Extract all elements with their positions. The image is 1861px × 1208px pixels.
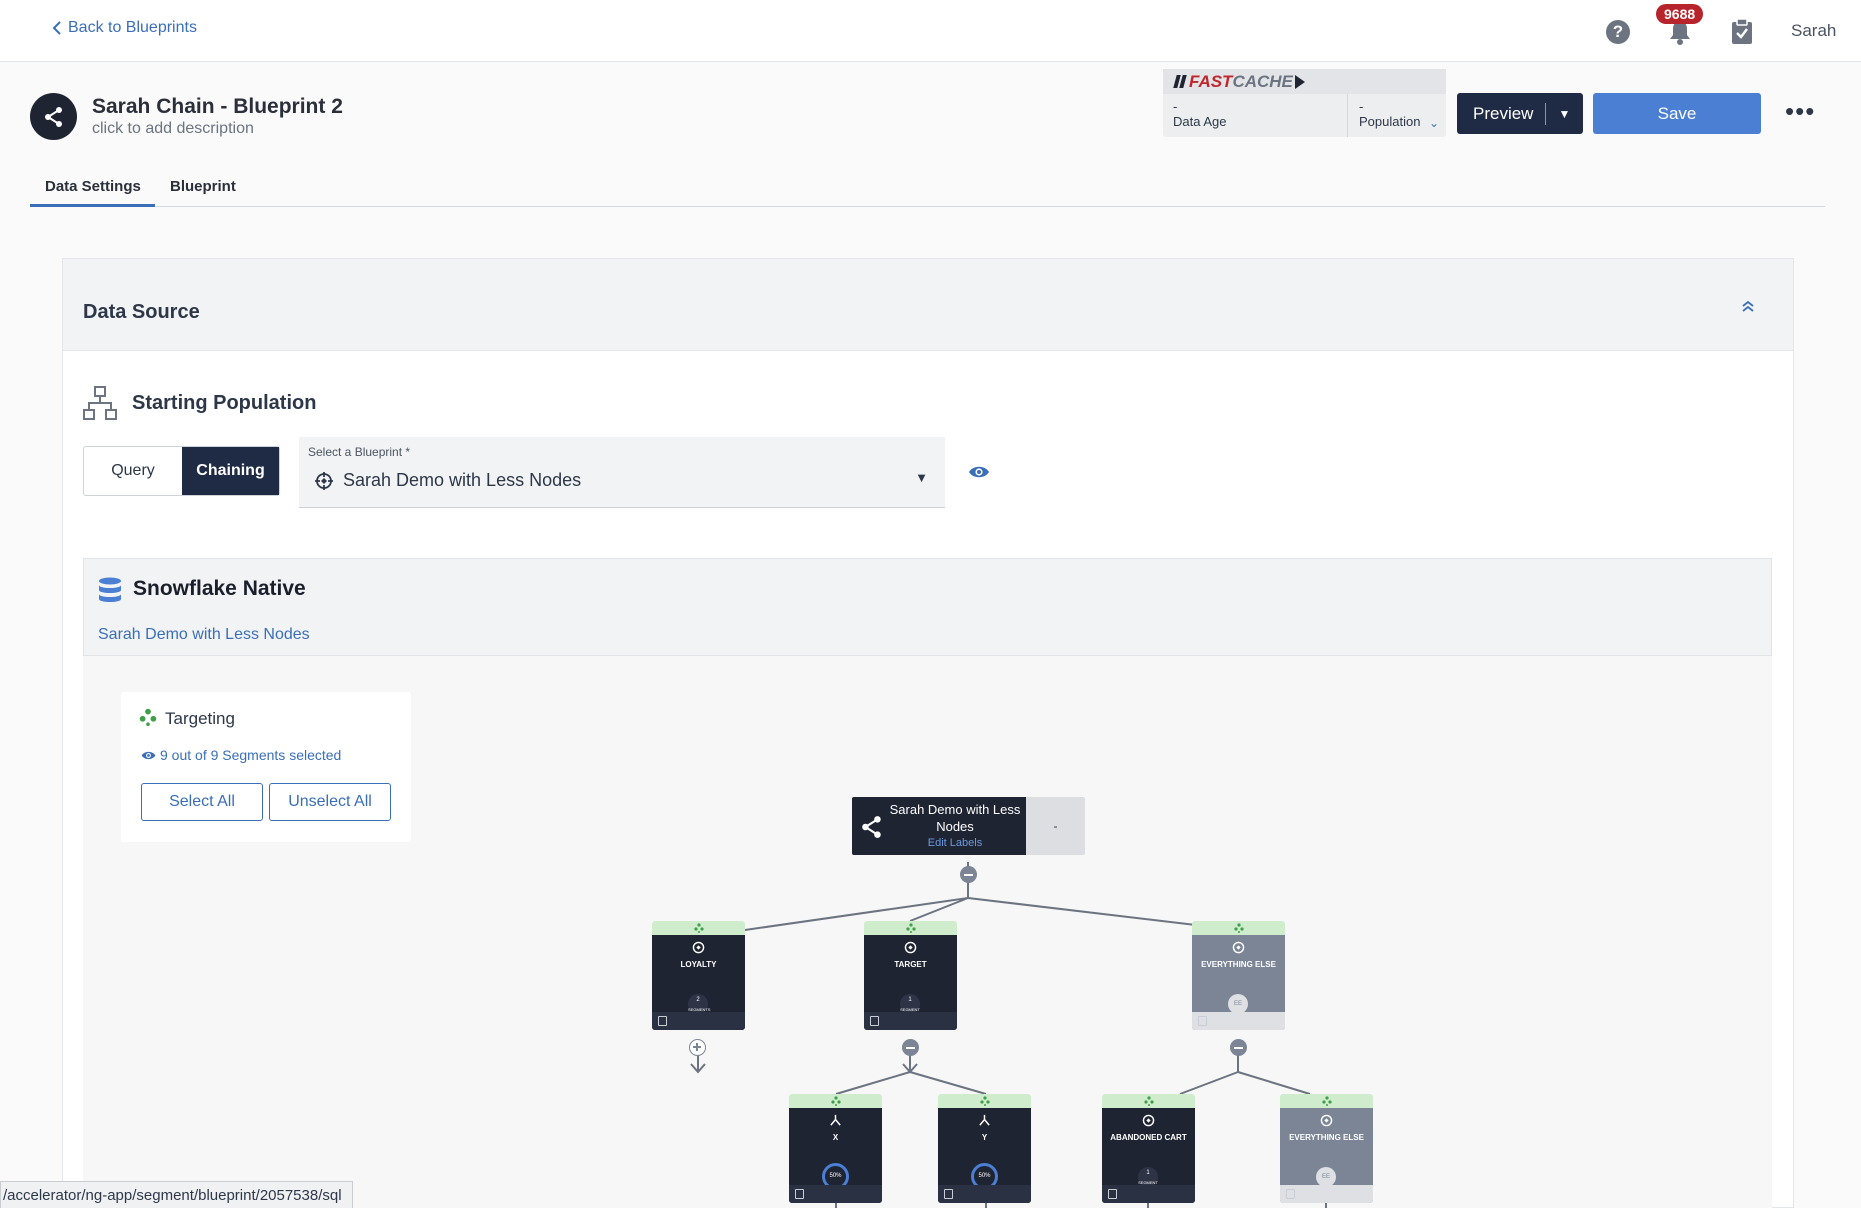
- segment-node-x[interactable]: X 50%: [789, 1094, 882, 1203]
- document-icon[interactable]: [658, 1016, 667, 1026]
- document-icon[interactable]: [1286, 1189, 1295, 1199]
- minus-circle-icon[interactable]: [960, 866, 977, 883]
- minus-circle-icon[interactable]: [902, 1039, 919, 1056]
- targeting-title: Targeting: [165, 709, 235, 728]
- segment-footer: [1192, 1012, 1285, 1030]
- link-url-status-bar: /accelerator/ng-app/segment/blueprint/20…: [0, 1181, 353, 1208]
- segment-node-everything-else[interactable]: EVERYTHING ELSE EE: [1192, 921, 1285, 1030]
- segments-selected: 9 out of 9 Segments selected: [141, 747, 341, 763]
- targeting-icon: [1102, 1094, 1195, 1108]
- plus-circle-icon[interactable]: [689, 1039, 706, 1056]
- select-all-button[interactable]: Select All: [141, 783, 263, 821]
- segment-footer: [938, 1185, 1031, 1203]
- root-blueprint-node[interactable]: Sarah Demo with Less Nodes Edit Labels -: [852, 797, 1085, 855]
- segment-node-everything-else-2[interactable]: EVERYTHING ELSE EE: [1280, 1094, 1373, 1203]
- segment-target-icon: [1232, 941, 1245, 959]
- segment-name: ABANDONED CART: [1110, 1133, 1187, 1142]
- targeting-icon: [139, 708, 157, 731]
- root-node-body: Sarah Demo with Less Nodes Edit Labels: [852, 797, 1026, 855]
- unselect-all-button[interactable]: Unselect All: [269, 783, 391, 821]
- segment-node-target[interactable]: TARGET 1 SEGMENT: [864, 921, 957, 1030]
- segment-name: X: [832, 1133, 839, 1142]
- segment-count: 1 SEGMENT: [1138, 1167, 1158, 1187]
- split-icon: [829, 1114, 842, 1132]
- segment-footer: [1102, 1185, 1195, 1203]
- targeting-icon: [1280, 1094, 1373, 1108]
- document-icon[interactable]: [1108, 1189, 1117, 1199]
- targeting-card: Targeting 9 out of 9 Segments selected S…: [121, 692, 411, 842]
- segment-footer: [864, 1012, 957, 1030]
- segment-name: Y: [981, 1133, 988, 1142]
- segment-footer: [1280, 1185, 1373, 1203]
- segment-target-icon: [1320, 1114, 1333, 1132]
- document-icon[interactable]: [795, 1189, 804, 1199]
- targeting-icon: [1192, 921, 1285, 935]
- segments-selected-text: 9 out of 9 Segments selected: [160, 747, 342, 763]
- targeting-icon: [652, 921, 745, 935]
- segment-count: EE: [1316, 1167, 1336, 1187]
- targeting-icon: [789, 1094, 882, 1108]
- segment-node-abandoned-cart[interactable]: ABANDONED CART 1 SEGMENT: [1102, 1094, 1195, 1203]
- segment-footer: [789, 1185, 882, 1203]
- document-icon[interactable]: [944, 1189, 953, 1199]
- segment-footer: [652, 1012, 745, 1030]
- targeting-icon: [938, 1094, 1031, 1108]
- split-icon: [978, 1114, 991, 1132]
- segment-name: TARGET: [894, 960, 927, 969]
- segment-count: 1 SEGMENT: [900, 994, 920, 1014]
- segment-node-loyalty[interactable]: LOYALTY 2 SEGMENTS: [652, 921, 745, 1030]
- targeting-icon: [864, 921, 957, 935]
- minus-circle-icon[interactable]: [1230, 1039, 1247, 1056]
- edit-labels-link[interactable]: Edit Labels: [888, 837, 1022, 849]
- segment-target-icon: [904, 941, 917, 959]
- segment-target-icon: [1142, 1114, 1155, 1132]
- share-nodes-icon: [862, 816, 881, 838]
- segment-name: LOYALTY: [680, 960, 717, 969]
- segment-count: 2 SEGMENTS: [688, 994, 710, 1014]
- segment-count: EE: [1228, 994, 1248, 1014]
- segment-node-y[interactable]: Y 50%: [938, 1094, 1031, 1203]
- document-icon[interactable]: [1198, 1016, 1207, 1026]
- root-node-name: Sarah Demo with Less Nodes: [889, 802, 1021, 834]
- segment-name: EVERYTHING ELSE: [1289, 1133, 1364, 1142]
- eye-icon: [141, 751, 156, 759]
- segment-name: EVERYTHING ELSE: [1201, 960, 1276, 969]
- segment-target-icon: [692, 941, 705, 959]
- root-node-value: -: [1026, 797, 1085, 855]
- document-icon[interactable]: [870, 1016, 879, 1026]
